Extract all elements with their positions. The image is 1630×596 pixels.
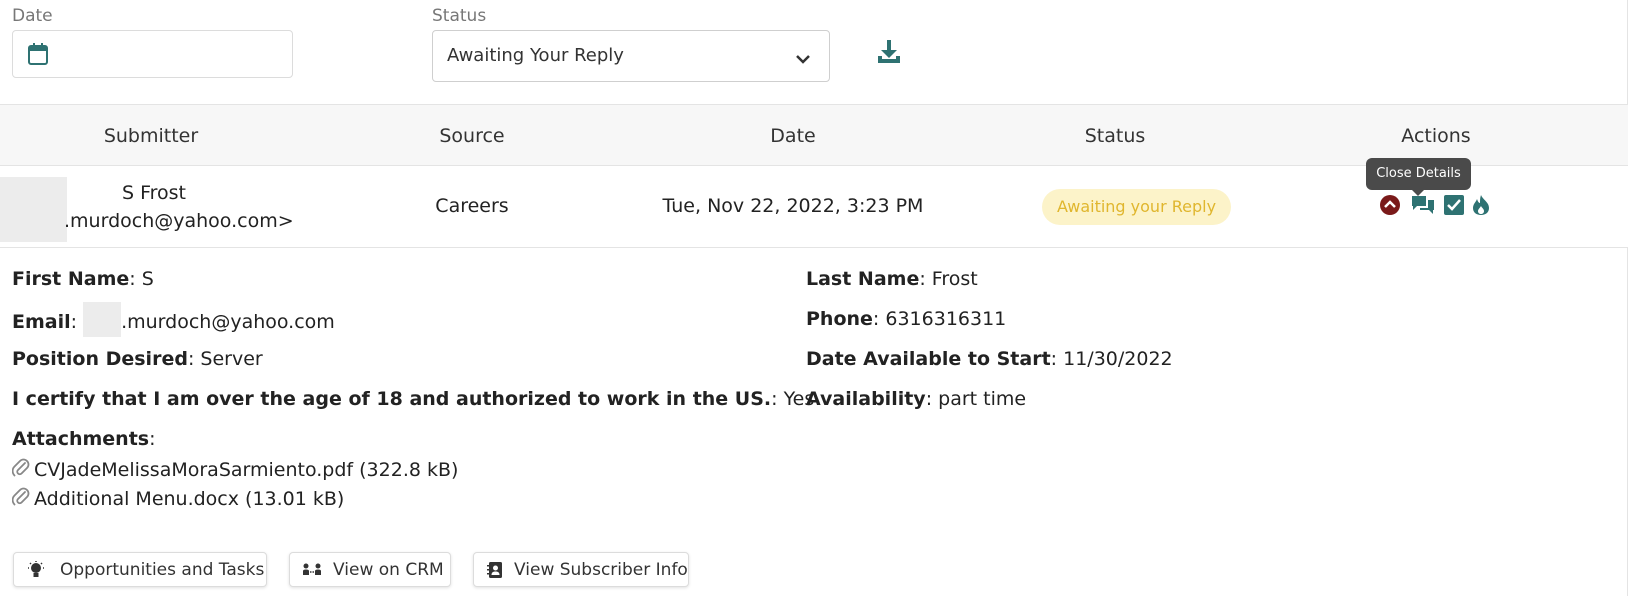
source-cell: Careers [435, 195, 509, 217]
date-cell: Tue, Nov 22, 2022, 3:23 PM [662, 195, 924, 217]
phone-value: 6316316311 [885, 308, 1007, 330]
date-available-value: 11/30/2022 [1063, 348, 1173, 370]
first-name-label: First Name [12, 268, 130, 290]
position-value: Server [200, 348, 263, 370]
phone-label: Phone [806, 308, 873, 330]
position-field: Position Desired: Server [12, 348, 263, 370]
status-filter-label: Status [432, 6, 487, 26]
column-header-source[interactable]: Source [439, 125, 504, 147]
status-select-value: Awaiting Your Reply [447, 45, 624, 66]
attachment-link[interactable]: CVJadeMelissaMoraSarmiento.pdf (322.8 kB… [34, 459, 458, 481]
attachments-label: Attachments [12, 428, 150, 450]
attachment-link[interactable]: Additional Menu.docx (13.01 kB) [34, 488, 344, 510]
table-header: Submitter Source Date Status Actions [0, 104, 1628, 166]
redacted-text [83, 302, 122, 337]
checkbox-icon[interactable] [1443, 194, 1465, 220]
last-name-label: Last Name [806, 268, 920, 290]
close-details-tooltip: Close Details [1366, 158, 1471, 196]
attachment-item[interactable]: Additional Menu.docx (13.01 kB) [11, 487, 344, 512]
phone-field: Phone: 6316316311 [806, 308, 1007, 330]
paperclip-icon [11, 458, 30, 483]
attachment-item[interactable]: CVJadeMelissaMoraSarmiento.pdf (322.8 kB… [11, 458, 458, 483]
availability-value: part time [938, 388, 1027, 410]
calendar-icon[interactable] [27, 42, 49, 70]
position-label: Position Desired [12, 348, 188, 370]
column-header-date[interactable]: Date [770, 125, 815, 147]
date-available-field: Date Available to Start: 11/30/2022 [806, 348, 1173, 370]
people-icon [302, 561, 322, 584]
first-name-value: S [141, 268, 154, 290]
avatar [0, 177, 67, 242]
filter-bar: Date Status Awaiting Your Reply [0, 0, 1630, 104]
chevron-down-icon [795, 50, 811, 69]
status-badge: Awaiting your Reply [1042, 189, 1231, 225]
last-name-field: Last Name: Frost [806, 268, 978, 290]
crm-button-label: View on CRM [333, 560, 444, 580]
lightbulb-icon [26, 561, 46, 584]
column-header-submitter[interactable]: Submitter [104, 125, 198, 147]
view-subscriber-info-button[interactable]: View Subscriber Info [473, 552, 689, 587]
status-select[interactable]: Awaiting Your Reply [432, 30, 830, 82]
attachments-field: Attachments: [12, 428, 156, 450]
availability-label: Availability [806, 388, 926, 410]
subscriber-button-label: View Subscriber Info [514, 560, 688, 580]
email-field: Email: .murdoch@yahoo.com [12, 302, 335, 337]
availability-field: Availability: part time [806, 388, 1027, 410]
opportunities-button-label: Opportunities and Tasks [60, 560, 265, 580]
paperclip-icon [11, 487, 30, 512]
submission-details: First Name: S Last Name: Frost Email: .m… [0, 248, 1628, 596]
chevron-up-circle-icon[interactable] [1379, 194, 1401, 220]
column-header-status[interactable]: Status [1085, 125, 1146, 147]
submitter-email: .murdoch@yahoo.com> [64, 210, 294, 232]
table-row[interactable]: S Frost .murdoch@yahoo.com> Careers Tue,… [0, 158, 1628, 248]
email-value[interactable]: .murdoch@yahoo.com [121, 311, 335, 333]
date-filter-label: Date [12, 6, 53, 26]
chat-icon[interactable] [1410, 194, 1436, 220]
download-icon[interactable] [876, 38, 902, 66]
date-available-label: Date Available to Start [806, 348, 1051, 370]
submitter-name: S Frost [121, 182, 187, 204]
contact-card-icon [486, 561, 504, 584]
first-name-field: First Name: S [12, 268, 154, 290]
fire-icon[interactable] [1472, 194, 1490, 220]
view-on-crm-button[interactable]: View on CRM [289, 552, 451, 587]
certify-field: I certify that I am over the age of 18 a… [12, 388, 815, 410]
opportunities-and-tasks-button[interactable]: Opportunities and Tasks [13, 552, 267, 587]
column-header-actions: Actions [1401, 125, 1471, 147]
email-label: Email [12, 311, 71, 333]
date-filter-input[interactable] [12, 30, 293, 78]
certify-label: I certify that I am over the age of 18 a… [12, 388, 772, 410]
last-name-value: Frost [931, 268, 978, 290]
